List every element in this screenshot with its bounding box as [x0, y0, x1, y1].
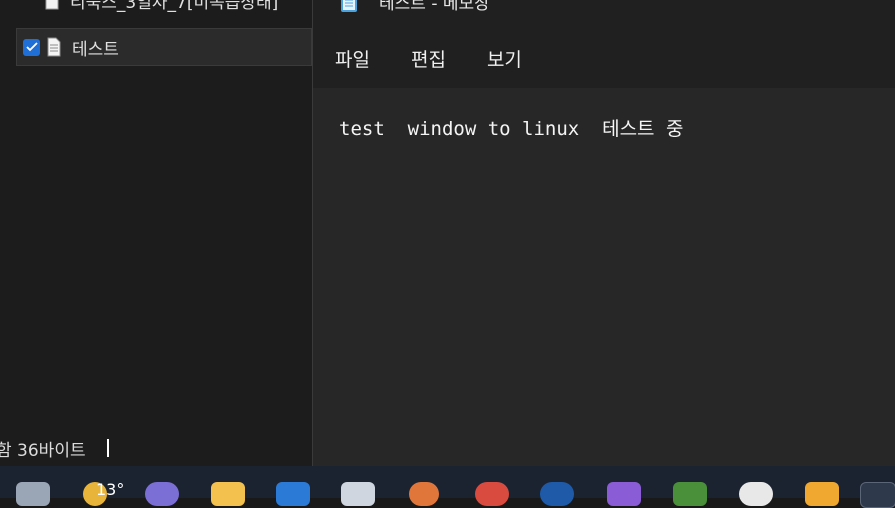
menu-file[interactable]: 파일 [335, 43, 370, 74]
menu-edit[interactable]: 편집 [411, 43, 446, 74]
notepad-icon [341, 0, 357, 12]
spreadsheet-icon[interactable] [673, 482, 707, 506]
taskbar: 13° [0, 466, 895, 508]
chat-icon[interactable] [145, 482, 179, 506]
file-explorer-icon[interactable] [211, 482, 245, 506]
app-icon[interactable] [860, 482, 895, 508]
checkmark-icon [25, 42, 38, 52]
weather-temperature: 13° [96, 480, 125, 499]
start-icon[interactable] [16, 482, 50, 506]
text-editor[interactable]: test window to linux 테스트 중 [313, 88, 895, 466]
status-bar-text: 함 36바이트 [0, 441, 86, 461]
store-icon[interactable] [276, 482, 310, 506]
file-item-selected[interactable]: 테스트 [16, 28, 312, 66]
network-icon[interactable] [540, 482, 574, 506]
file-explorer-pane: 리눅스_3일차_7[미녹읍상태] 테스트 함 36바이트 [0, 0, 312, 466]
file-item-label: 테스트 [72, 39, 119, 60]
file-item-top[interactable]: 리눅스_3일차_7[미녹읍상태] [44, 0, 340, 19]
paint-icon[interactable] [409, 482, 439, 506]
notepad-icon[interactable] [341, 482, 375, 506]
title-bar[interactable]: 테스트 - 메모장 [313, 0, 490, 16]
folder-share-icon[interactable] [805, 482, 839, 506]
editor-content: test window to linux 테스트 중 [339, 118, 684, 140]
text-file-icon [47, 37, 61, 57]
menu-bar: 파일 편집 보기 [313, 38, 541, 78]
notepad-window: 테스트 - 메모장 파일 편집 보기 test window to linux … [312, 0, 895, 466]
text-caret [107, 439, 109, 457]
window-title: 테스트 - 메모장 [379, 0, 490, 14]
chrome-icon[interactable] [475, 482, 509, 506]
checkbox[interactable] [23, 38, 40, 56]
menu-view[interactable]: 보기 [487, 43, 522, 74]
visual-studio-icon[interactable] [607, 482, 641, 506]
document-icon [45, 0, 59, 10]
file-item-label: 리눅스_3일차_7[미녹읍상태] [70, 0, 279, 13]
slack-icon[interactable] [739, 482, 773, 506]
